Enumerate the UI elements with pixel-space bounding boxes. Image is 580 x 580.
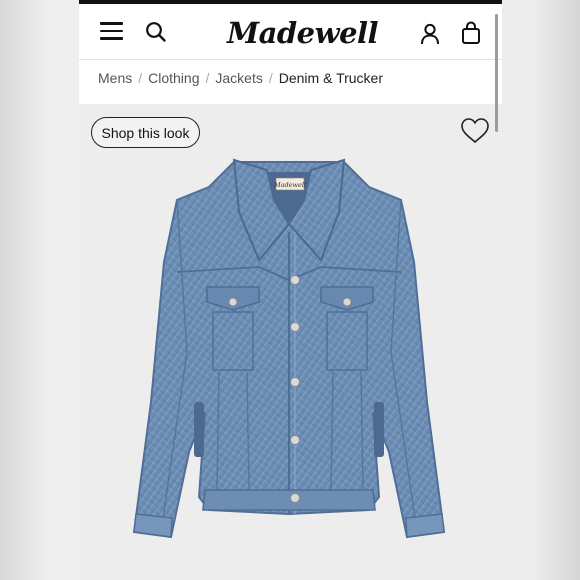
product-image-area: Shop this look Madewell [79, 104, 502, 580]
breadcrumb-separator: / [205, 70, 210, 86]
search-icon[interactable] [145, 21, 167, 43]
breadcrumb-jackets[interactable]: Jackets [215, 70, 262, 86]
shopping-bag-icon[interactable] [460, 21, 482, 45]
breadcrumb-mens[interactable]: Mens [98, 70, 132, 86]
account-icon[interactable] [420, 23, 440, 45]
phone-screen: Madewell Mens / Clothing / Jackets / Denim & T… [79, 0, 502, 580]
brand-logo[interactable]: Madewell [227, 11, 379, 55]
header-divider [79, 59, 502, 60]
breadcrumb-clothing[interactable]: Clothing [148, 70, 199, 86]
shop-this-look-button[interactable]: Shop this look [91, 117, 200, 148]
breadcrumb-separator: / [138, 70, 143, 86]
breadcrumb-denim-trucker[interactable]: Denim & Trucker [279, 70, 383, 86]
menu-icon[interactable] [100, 22, 123, 40]
jacket-collar-label: Madewell [273, 181, 306, 189]
scrollbar[interactable] [495, 14, 498, 132]
breadcrumb-separator: / [268, 70, 273, 86]
denim-jacket-image: Madewell [132, 158, 446, 539]
heart-icon[interactable] [460, 117, 490, 145]
breadcrumb: Mens / Clothing / Jackets / Denim & Trucker [98, 70, 383, 92]
site-header: Madewell [79, 4, 502, 59]
